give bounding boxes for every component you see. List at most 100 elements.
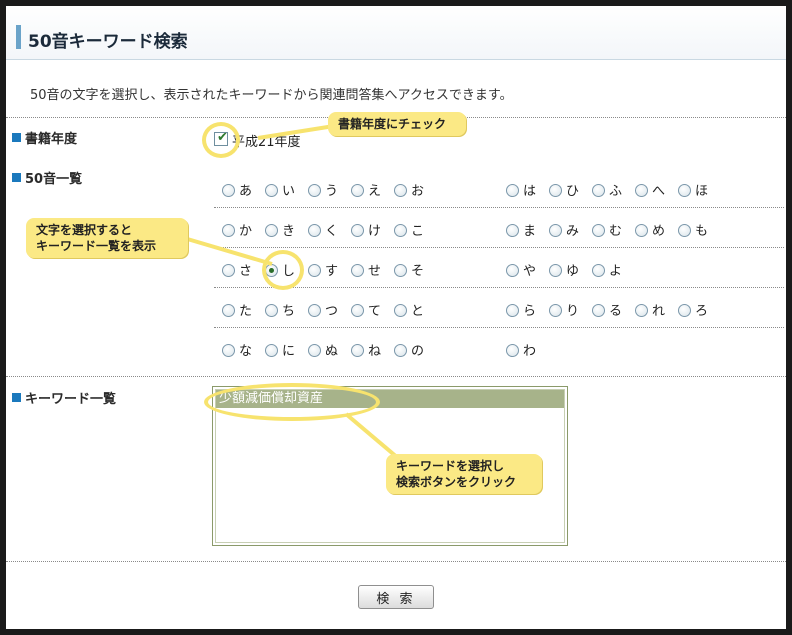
kana-label: ゆ (566, 264, 580, 279)
kana-radio-option[interactable]: け (351, 220, 381, 239)
kana-radio-option[interactable]: れ (635, 300, 665, 319)
kana-radio-option[interactable]: あ (222, 180, 252, 199)
kana-radio-option[interactable]: つ (308, 300, 338, 319)
radio-button-icon[interactable] (265, 224, 278, 237)
radio-button-icon[interactable] (222, 264, 235, 277)
radio-button-icon[interactable] (222, 224, 235, 237)
radio-button-icon[interactable] (351, 264, 364, 277)
radio-button-icon[interactable] (265, 344, 278, 357)
radio-button-icon[interactable] (394, 304, 407, 317)
kana-radio-option[interactable]: お (394, 180, 424, 199)
kana-radio-option[interactable]: う (308, 180, 338, 199)
kana-radio-option[interactable]: に (265, 340, 295, 359)
kana-radio-option[interactable]: め (635, 220, 665, 239)
kana-radio-option[interactable]: き (265, 220, 295, 239)
row-divider (214, 207, 784, 208)
kana-radio-option[interactable]: か (222, 220, 252, 239)
radio-button-icon[interactable] (265, 304, 278, 317)
kana-radio-option[interactable]: は (506, 180, 536, 199)
radio-button-icon[interactable] (265, 184, 278, 197)
radio-button-icon[interactable] (308, 344, 321, 357)
kana-label: た (239, 304, 253, 319)
kana-radio-option[interactable]: え (351, 180, 381, 199)
radio-button-icon[interactable] (549, 184, 562, 197)
kana-radio-option[interactable]: い (265, 180, 295, 199)
radio-button-icon[interactable] (635, 184, 648, 197)
kana-radio-option[interactable]: や (506, 260, 536, 279)
kana-radio-option[interactable]: ね (351, 340, 381, 359)
kana-radio-option[interactable]: も (678, 220, 708, 239)
kana-radio-option[interactable]: ゆ (549, 260, 579, 279)
radio-button-icon[interactable] (308, 304, 321, 317)
search-button[interactable]: 検 索 (358, 585, 434, 609)
kana-radio-option[interactable]: よ (592, 260, 622, 279)
radio-button-icon[interactable] (549, 304, 562, 317)
year-checkbox-label[interactable]: 平成21年度 (232, 131, 301, 150)
radio-button-icon[interactable] (351, 304, 364, 317)
radio-button-icon[interactable] (506, 264, 519, 277)
kana-radio-option[interactable]: た (222, 300, 252, 319)
radio-button-icon[interactable] (592, 224, 605, 237)
radio-button-icon[interactable] (351, 224, 364, 237)
radio-button-icon[interactable] (592, 264, 605, 277)
radio-button-icon[interactable] (678, 184, 691, 197)
radio-button-icon[interactable] (394, 344, 407, 357)
radio-button-icon[interactable] (394, 224, 407, 237)
kana-label: り (566, 304, 580, 319)
radio-button-icon[interactable] (308, 224, 321, 237)
radio-button-icon[interactable] (549, 224, 562, 237)
kana-radio-option[interactable]: さ (222, 260, 252, 279)
radio-button-icon[interactable] (394, 184, 407, 197)
kana-radio-option[interactable]: ひ (549, 180, 579, 199)
kana-radio-option[interactable]: ふ (592, 180, 622, 199)
radio-button-icon[interactable] (506, 224, 519, 237)
kana-radio-option[interactable]: ち (265, 300, 295, 319)
radio-button-icon[interactable] (351, 184, 364, 197)
kana-label: め (652, 224, 666, 239)
kana-label: す (325, 264, 339, 279)
kana-radio-option[interactable]: く (308, 220, 338, 239)
kana-radio-option[interactable]: そ (394, 260, 424, 279)
kana-label: さ (239, 264, 253, 279)
radio-button-icon[interactable] (394, 264, 407, 277)
kana-label: な (239, 344, 253, 359)
radio-button-icon[interactable] (308, 264, 321, 277)
radio-button-icon[interactable] (222, 184, 235, 197)
kana-radio-option[interactable]: ろ (678, 300, 708, 319)
kana-radio-option[interactable]: へ (635, 180, 665, 199)
radio-button-icon[interactable] (222, 344, 235, 357)
radio-button-icon[interactable] (222, 304, 235, 317)
kana-radio-option[interactable]: り (549, 300, 579, 319)
radio-button-icon[interactable] (678, 224, 691, 237)
kana-radio-option[interactable]: な (222, 340, 252, 359)
radio-button-icon[interactable] (592, 304, 605, 317)
kana-radio-option[interactable]: て (351, 300, 381, 319)
radio-button-icon[interactable] (506, 344, 519, 357)
radio-button-icon[interactable] (678, 304, 691, 317)
radio-button-icon[interactable] (592, 184, 605, 197)
kana-radio-option[interactable]: み (549, 220, 579, 239)
kana-label: は (523, 184, 537, 199)
kana-radio-option[interactable]: ま (506, 220, 536, 239)
kana-radio-option[interactable]: む (592, 220, 622, 239)
kana-label: ほ (695, 184, 709, 199)
kana-radio-option[interactable]: の (394, 340, 424, 359)
kana-radio-option[interactable]: ら (506, 300, 536, 319)
kana-radio-option[interactable]: る (592, 300, 622, 319)
kana-radio-option[interactable]: ぬ (308, 340, 338, 359)
radio-button-icon[interactable] (506, 184, 519, 197)
kana-radio-option[interactable]: こ (394, 220, 424, 239)
radio-button-icon[interactable] (308, 184, 321, 197)
kana-label: あ (239, 184, 253, 199)
kana-radio-option[interactable]: わ (506, 340, 536, 359)
radio-button-icon[interactable] (635, 224, 648, 237)
kana-radio-option[interactable]: と (394, 300, 424, 319)
kana-radio-option[interactable]: す (308, 260, 338, 279)
radio-button-icon[interactable] (351, 344, 364, 357)
kana-radio-option[interactable]: ほ (678, 180, 708, 199)
kana-radio-option[interactable]: せ (351, 260, 381, 279)
radio-button-icon[interactable] (549, 264, 562, 277)
kana-label: き (282, 224, 296, 239)
radio-button-icon[interactable] (635, 304, 648, 317)
radio-button-icon[interactable] (506, 304, 519, 317)
